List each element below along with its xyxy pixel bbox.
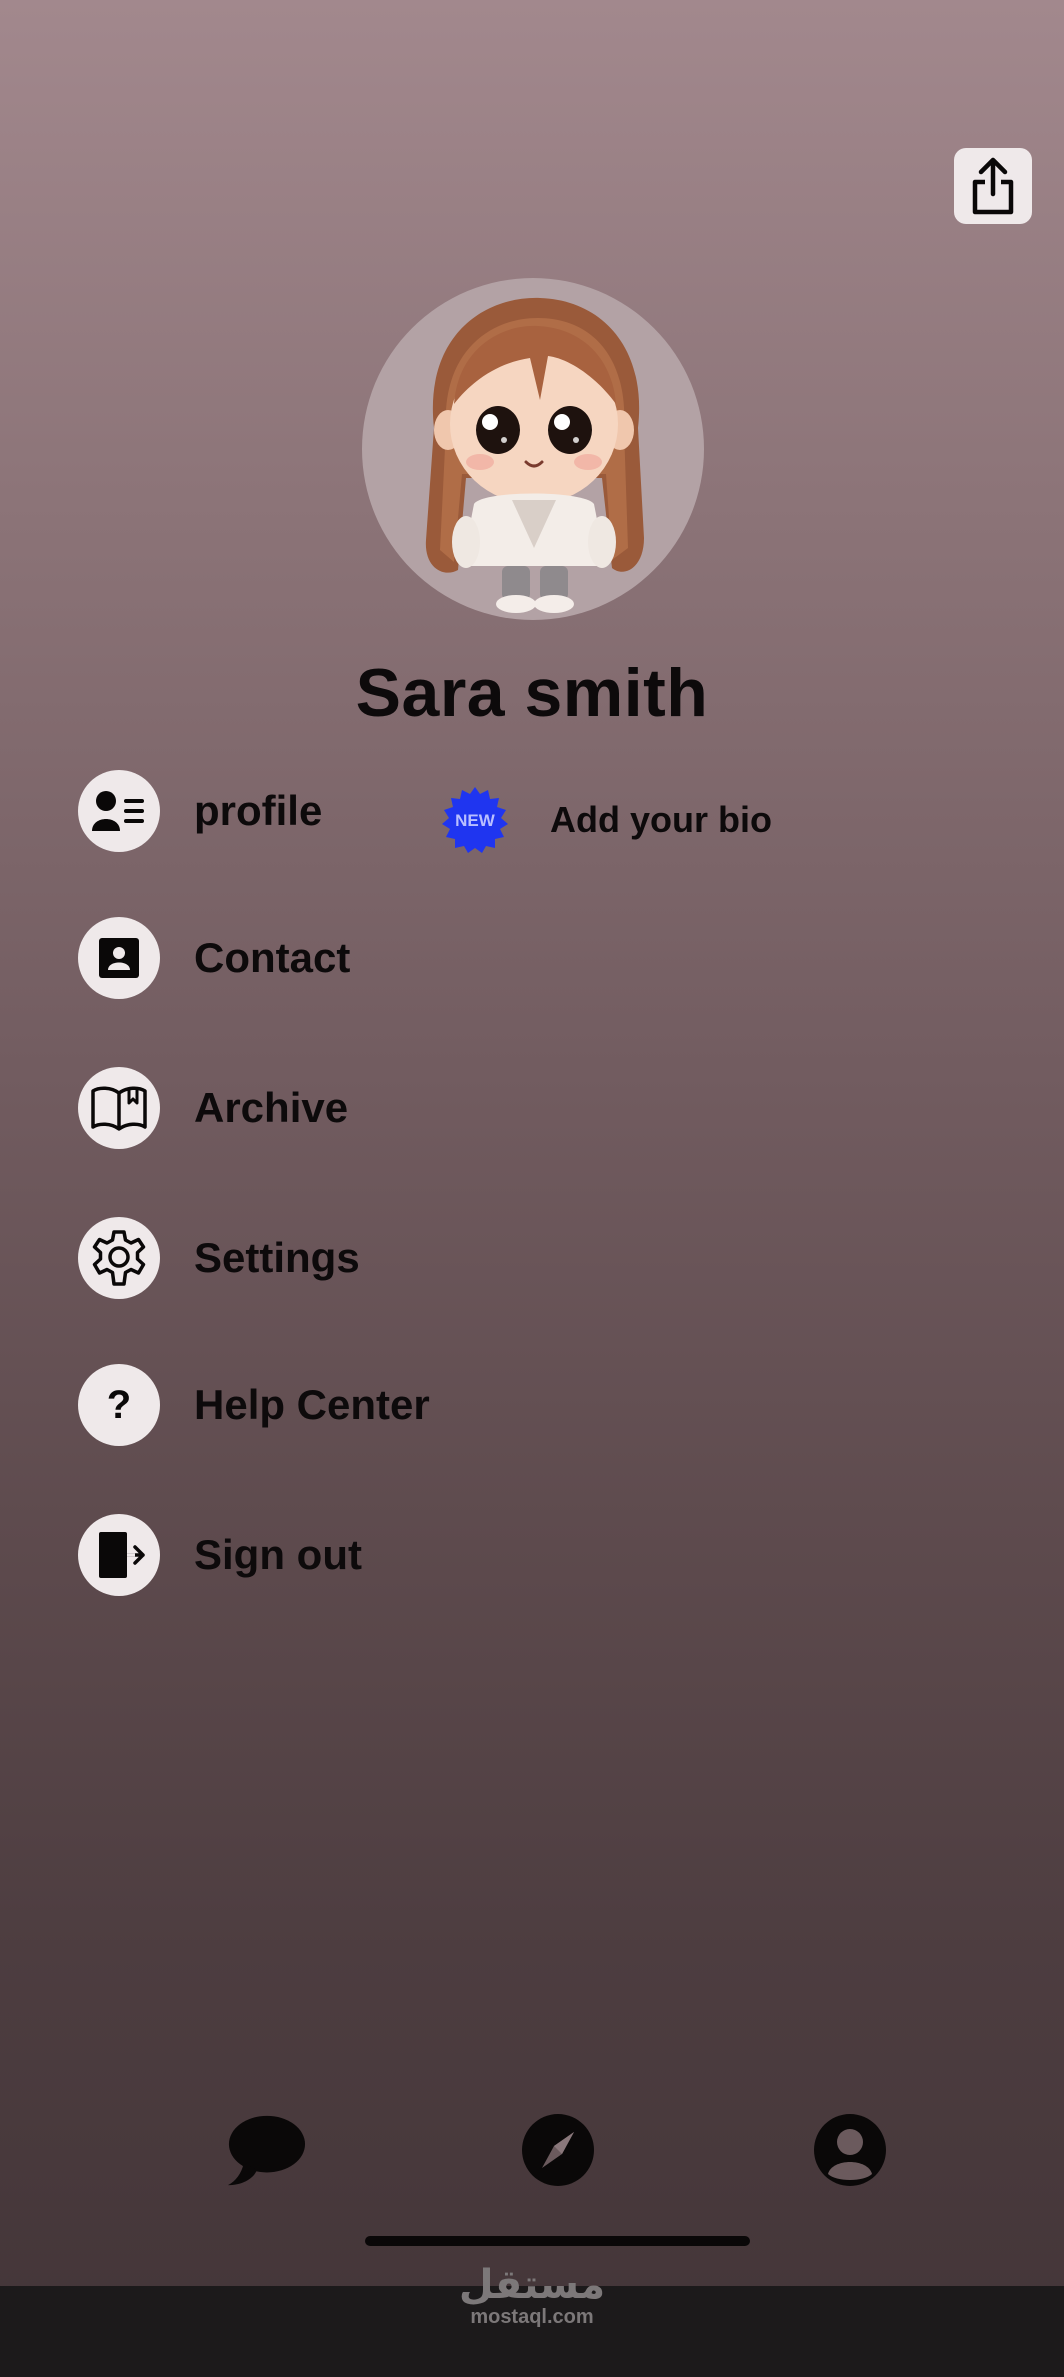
new-badge-icon: NEW (442, 787, 508, 853)
add-bio-label: Add your bio (550, 799, 772, 840)
tab-profile[interactable] (810, 2110, 890, 2190)
menu-item-help-center[interactable]: ? Help Center (78, 1364, 430, 1446)
contact-book-icon (78, 917, 160, 999)
share-icon (972, 157, 1014, 215)
watermark-arabic: مستقل (458, 2263, 606, 2307)
user-avatar-icon (814, 2114, 886, 2186)
menu-item-profile[interactable]: profile (78, 770, 322, 852)
share-button[interactable] (954, 148, 1032, 224)
avatar[interactable] (362, 278, 704, 620)
menu-item-sign-out[interactable]: Sign out (78, 1514, 362, 1596)
profile-card-icon (78, 770, 160, 852)
gear-icon (78, 1217, 160, 1299)
menu-label-archive: Archive (194, 1084, 349, 1131)
sign-out-icon (78, 1514, 160, 1596)
add-bio-button[interactable]: NEW Add your bio (440, 784, 772, 856)
menu-label-sign-out: Sign out (194, 1531, 362, 1578)
tab-chats[interactable] (226, 2110, 306, 2190)
profile-name: Sara smith (355, 655, 709, 731)
watermark-latin: mostaql.com (470, 2306, 594, 2328)
menu-label-contact: Contact (194, 934, 351, 981)
cartoon-girl-avatar (425, 297, 644, 613)
menu-item-settings[interactable]: Settings (78, 1217, 360, 1299)
open-book-icon (78, 1067, 160, 1149)
question-icon: ? (78, 1364, 160, 1446)
new-badge-text: NEW (455, 811, 496, 830)
menu-label-settings: Settings (194, 1234, 360, 1281)
home-indicator (365, 2236, 750, 2246)
menu-label-profile: profile (194, 787, 323, 834)
chat-bubble-icon (227, 2115, 306, 2186)
compass-icon (522, 2114, 594, 2186)
menu-item-archive[interactable]: Archive (78, 1067, 348, 1149)
menu-label-help-center: Help Center (194, 1381, 430, 1428)
menu-item-contact[interactable]: Contact (78, 917, 350, 999)
tab-explore[interactable] (518, 2110, 598, 2190)
